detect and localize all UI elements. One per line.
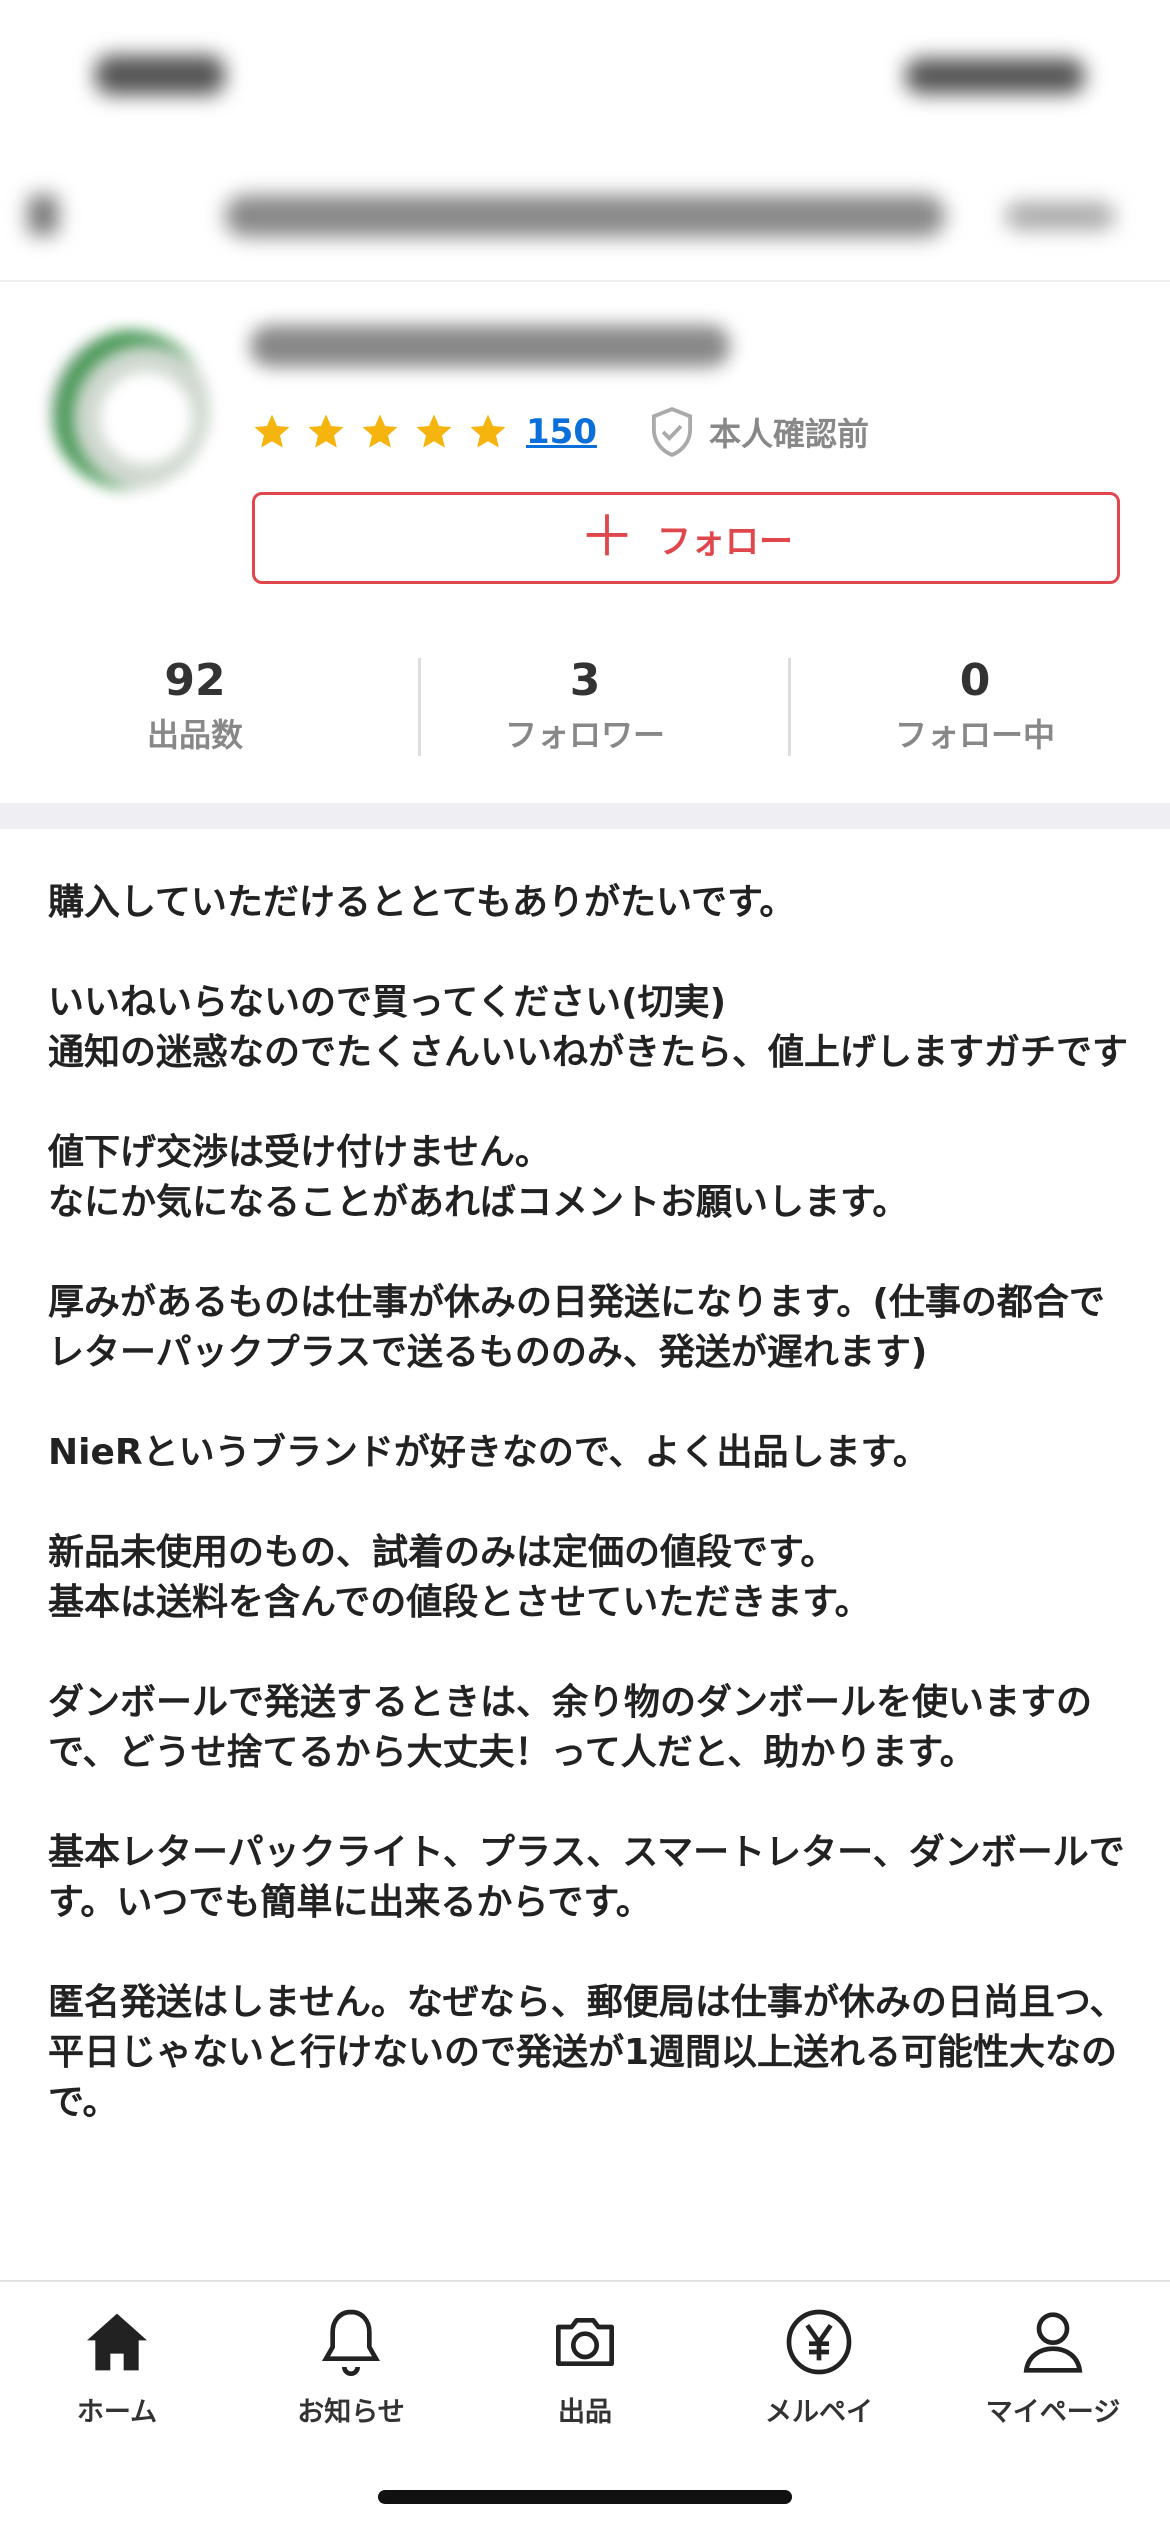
bio-paragraph: 匿名発送はしません。なぜなら、郵便局は仕事が休みの日尚且つ、平日じゃないと行けな… — [48, 1982, 1126, 2123]
bio-paragraph: 値下げ交渉は受け付けません。 なにか気になることがあればコメントお願いします。 — [48, 1132, 909, 1223]
yen-icon — [786, 2309, 852, 2375]
bio-paragraph: 新品未使用のもの、試着のみは定価の値段です。 基本は送料を含んでの値段とさせていた… — [48, 1532, 871, 1623]
camera-icon — [556, 2318, 614, 2366]
user-name — [250, 325, 730, 367]
stat-divider — [788, 658, 791, 756]
tab-merpay[interactable]: メルペイ — [702, 2302, 936, 2462]
home-icon — [87, 2313, 147, 2371]
stat-label: フォロー中 — [894, 715, 1055, 754]
bio-paragraph: 購入していただけるととてもありがたいです。 — [48, 882, 796, 923]
bio-paragraph: NieRというブランドが好きなので、よく出品します。 — [48, 1432, 929, 1473]
status-bar — [0, 0, 1170, 150]
stat-listings[interactable]: 92 出品数 — [0, 650, 390, 760]
rating-row[interactable]: 150 本人確認前 — [250, 405, 869, 459]
stat-divider — [418, 658, 421, 756]
plus-icon: ＋ — [579, 505, 635, 570]
shield-check-icon — [651, 406, 693, 458]
star-icon — [304, 410, 348, 454]
stat-value: 92 — [164, 654, 226, 706]
bio-paragraph: 基本レターパックライト、プラス、スマートレター、ダンボールです。いつでも簡単に出… — [48, 1832, 1125, 1923]
back-button[interactable] — [28, 195, 58, 235]
star-icon — [250, 410, 294, 454]
header-action-button[interactable] — [1005, 202, 1115, 230]
avatar[interactable] — [50, 330, 210, 490]
verification-status: 本人確認前 — [643, 403, 869, 461]
bio-paragraph: 厚みがあるものは仕事が休みの日発送になります。(仕事の都合でレターパックプラスで… — [48, 1282, 1105, 1373]
stat-followers[interactable]: 3 フォロワー — [390, 650, 780, 760]
star-icon — [466, 410, 510, 454]
follow-button-label: フォロー — [657, 521, 793, 562]
tab-label: お知らせ — [297, 2397, 405, 2428]
tab-sell[interactable]: 出品 — [468, 2302, 702, 2462]
tab-home[interactable]: ホーム — [0, 2302, 234, 2462]
page-title — [225, 195, 945, 237]
verification-label: 本人確認前 — [708, 415, 869, 453]
stat-value: 3 — [569, 654, 601, 706]
stat-value: 0 — [959, 654, 991, 706]
star-icon — [412, 410, 456, 454]
follow-button[interactable]: ＋ フォロー — [252, 492, 1120, 584]
bio-paragraph: ダンボールで発送するときは、余り物のダンボールを使いますので、どうせ捨てるから大… — [48, 1682, 1093, 1773]
review-count-link[interactable]: 150 — [526, 412, 597, 452]
status-time — [95, 55, 225, 95]
status-icons — [905, 58, 1085, 94]
profile-stats: 92 出品数 3 フォロワー 0 フォロー中 — [0, 650, 1170, 760]
profile-bio: 購入していただけるととてもありがたいです。いいねいらないので買ってください(切実… — [48, 878, 1128, 2178]
home-indicator — [378, 2490, 792, 2504]
stat-following[interactable]: 0 フォロー中 — [780, 650, 1170, 760]
section-divider — [0, 803, 1170, 829]
tab-label: マイページ — [985, 2397, 1121, 2428]
tab-label: 出品 — [558, 2397, 612, 2428]
person-icon — [1023, 2312, 1083, 2373]
bio-paragraph: いいねいらないので買ってください(切実) 通知の迷惑なのでたくさんいいねがきたら、… — [48, 982, 1129, 1073]
tab-notifications[interactable]: お知らせ — [234, 2302, 468, 2462]
star-icon — [358, 410, 402, 454]
stat-label: フォロワー — [504, 715, 665, 754]
bell-icon — [321, 2309, 381, 2376]
tab-label: ホーム — [76, 2397, 158, 2428]
tab-label: メルペイ — [765, 2397, 873, 2428]
tab-mypage[interactable]: マイページ — [936, 2302, 1170, 2462]
stat-label: 出品数 — [146, 715, 243, 754]
nav-header — [0, 150, 1170, 282]
